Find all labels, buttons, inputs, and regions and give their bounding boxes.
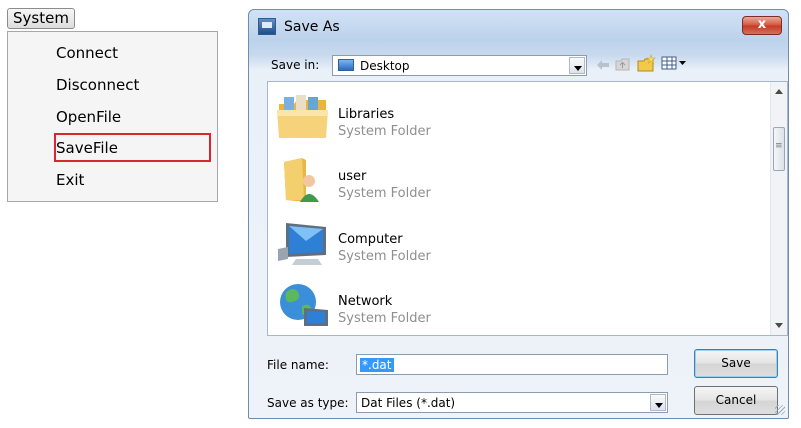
cancel-button[interactable]: Cancel [694, 386, 778, 415]
menu-item-openfile[interactable]: OpenFile [56, 108, 121, 126]
app-icon [258, 18, 276, 35]
dialog-title: Save As [284, 19, 340, 35]
chevron-down-icon[interactable] [569, 57, 585, 74]
libraries-folder-icon [277, 95, 328, 138]
user-folder-icon [284, 158, 319, 202]
up-folder-icon[interactable] [615, 57, 631, 72]
scroll-thumb[interactable] [773, 127, 785, 171]
save-in-label: Save in: [271, 58, 320, 72]
network-icon [280, 284, 328, 326]
save-as-type-dropdown[interactable]: Dat Files (*.dat) [356, 392, 668, 413]
item-type-computer: System Folder [338, 249, 431, 264]
system-dropdown-menu: Connect Disconnect OpenFile SaveFile Exi… [7, 31, 218, 202]
item-name-computer[interactable]: Computer [338, 232, 403, 247]
item-name-libraries[interactable]: Libraries [338, 107, 394, 122]
save-as-type-value: Dat Files (*.dat) [361, 396, 456, 410]
view-menu-icon[interactable] [661, 56, 689, 71]
item-type-user: System Folder [338, 186, 431, 201]
save-button[interactable]: Save [694, 349, 778, 378]
file-list[interactable]: Libraries System Folder user System Fold… [267, 81, 788, 336]
scroll-up-icon[interactable] [775, 89, 783, 94]
vertical-scrollbar[interactable] [770, 82, 787, 335]
resize-grip[interactable] [775, 405, 785, 415]
system-menu-button[interactable]: System [7, 8, 75, 29]
save-as-dialog: Save As x Save in: Desktop Libraries Sys… [248, 9, 789, 419]
save-in-dropdown[interactable]: Desktop [332, 55, 587, 76]
item-name-user[interactable]: user [338, 169, 366, 184]
new-folder-icon[interactable] [636, 54, 658, 73]
back-arrow-icon[interactable] [596, 59, 610, 71]
save-in-value: Desktop [360, 59, 410, 73]
menu-item-disconnect[interactable]: Disconnect [56, 76, 139, 94]
file-name-label: File name: [267, 358, 329, 372]
item-name-network[interactable]: Network [338, 294, 392, 309]
menu-item-exit[interactable]: Exit [56, 171, 84, 189]
desktop-icon [338, 59, 354, 71]
menu-item-connect[interactable]: Connect [56, 44, 118, 62]
file-name-input[interactable]: *.dat [356, 354, 668, 375]
file-name-value: *.dat [360, 358, 394, 372]
item-type-libraries: System Folder [338, 124, 431, 139]
save-as-type-label: Save as type: [267, 396, 349, 410]
computer-icon [278, 223, 326, 265]
savefile-highlight-box [54, 133, 211, 162]
chevron-down-icon[interactable] [650, 394, 666, 411]
scroll-down-icon[interactable] [775, 323, 783, 328]
item-type-network: System Folder [338, 311, 431, 326]
close-button[interactable]: x [742, 16, 782, 35]
